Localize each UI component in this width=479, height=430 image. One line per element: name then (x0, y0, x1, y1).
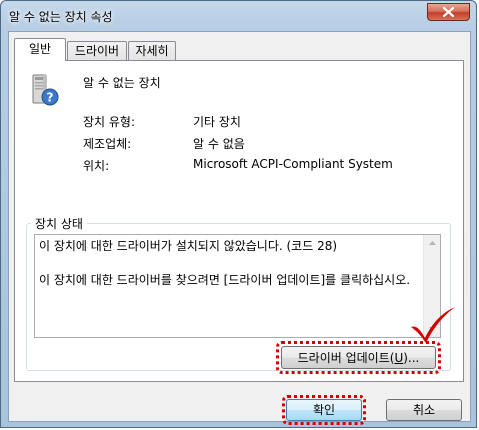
location-value: Microsoft ACPI-Compliant System (193, 157, 393, 171)
tab-general-label: 일반 (28, 42, 52, 56)
unknown-device-icon: ? (32, 74, 59, 106)
cancel-button[interactable]: 취소 (386, 399, 462, 421)
title-bar[interactable]: 알 수 없는 장치 속성 (1, 1, 478, 31)
ok-button[interactable]: 확인 (286, 399, 362, 421)
update-driver-accel: U (394, 350, 404, 365)
checkmark-icon (411, 307, 455, 343)
tab-general[interactable]: 일반 (14, 38, 66, 61)
location-label: 위치: (83, 159, 110, 173)
update-driver-label-prefix: 드라이버 업데이트( (297, 350, 395, 365)
close-button[interactable] (427, 3, 470, 21)
manufacturer-value: 알 수 없음 (193, 137, 245, 151)
update-driver-label-suffix: )... (403, 350, 420, 365)
tab-details[interactable]: 자세히 (128, 41, 176, 60)
device-status-title: 장치 상태 (31, 215, 87, 232)
properties-window: 알 수 없는 장치 속성 일반 드라이버 자세히 ? 알 수 없는 장치 장치 … (0, 0, 477, 428)
svg-text:?: ? (47, 91, 54, 105)
tab-details-label: 자세히 (135, 44, 169, 58)
update-driver-button[interactable]: 드라이버 업데이트(U)... (281, 346, 436, 369)
scroll-up-arrow[interactable] (424, 235, 440, 251)
general-tab-panel: ? 알 수 없는 장치 장치 유형: 기타 장치 제조업체: 알 수 없음 위치… (14, 60, 464, 382)
device-status-textbox[interactable]: 이 장치에 대한 드라이버가 설치되지 않았습니다. (코드 28) 이 장치에… (34, 234, 441, 338)
device-type-label: 장치 유형: (83, 115, 136, 129)
dialog-client-area: 일반 드라이버 자세히 ? 알 수 없는 장치 장치 유형: 기타 장치 제조업… (8, 31, 471, 425)
window-title: 알 수 없는 장치 속성 (9, 10, 113, 24)
manufacturer-label: 제조업체: (83, 137, 132, 151)
device-name: 알 수 없는 장치 (83, 76, 161, 90)
device-type-value: 기타 장치 (193, 115, 241, 129)
chevron-up-icon (428, 241, 436, 245)
tab-driver[interactable]: 드라이버 (67, 41, 127, 60)
device-status-text: 이 장치에 대한 드라이버가 설치되지 않았습니다. (코드 28) 이 장치에… (39, 239, 411, 287)
tab-driver-label: 드라이버 (74, 44, 120, 58)
close-icon (443, 7, 454, 17)
